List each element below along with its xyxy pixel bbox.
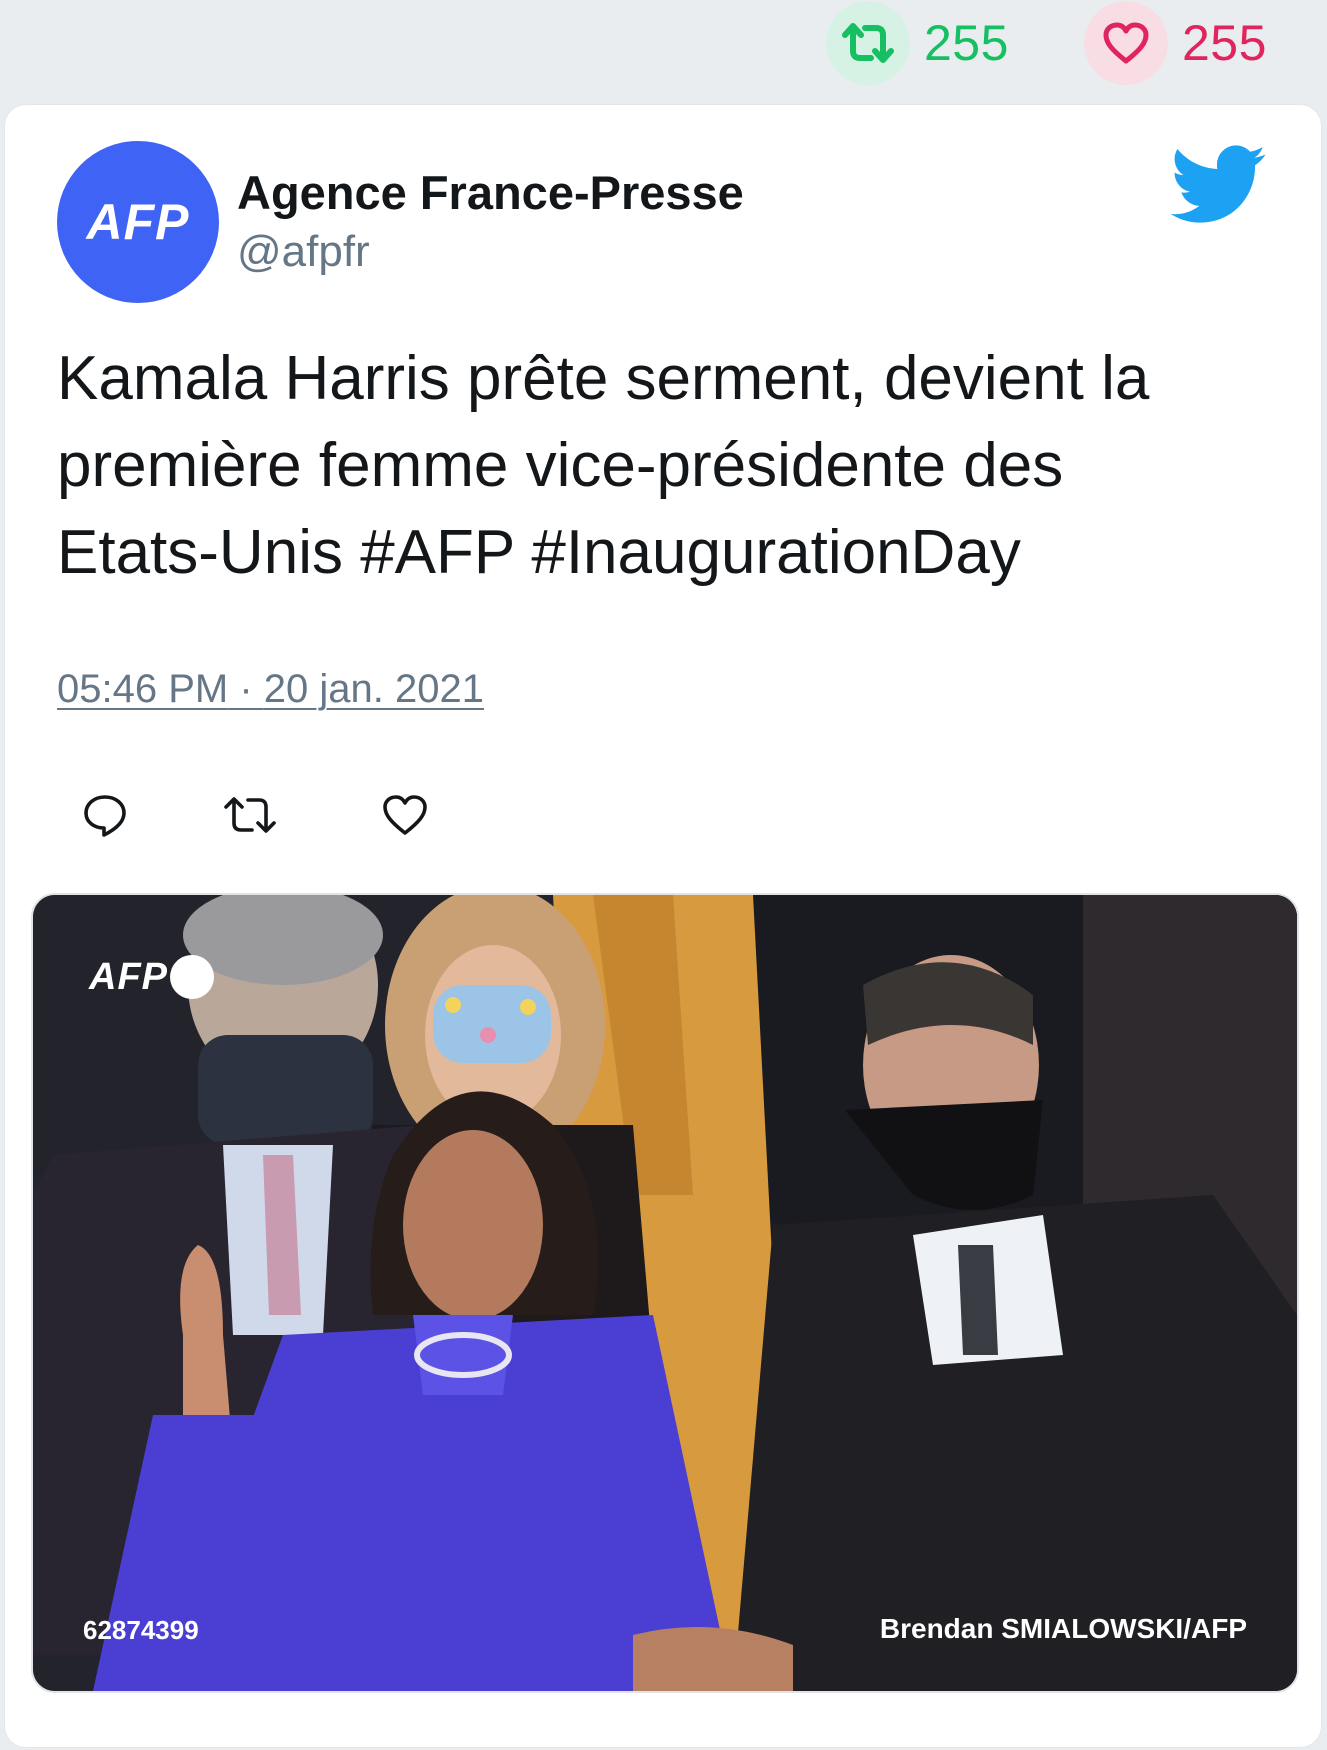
retweet-icon[interactable] xyxy=(220,785,280,845)
photo-credit: Brendan SMIALOWSKI/AFP xyxy=(879,1613,1247,1644)
watermark-dot-icon xyxy=(170,955,214,999)
retweet-icon xyxy=(826,1,910,85)
tweet-card[interactable]: AFP Agence France-Presse @afpfr Kamala H… xyxy=(4,104,1322,1748)
author-handle[interactable]: @afpfr xyxy=(237,227,370,277)
watermark-logo-text: AFP xyxy=(89,955,168,998)
tweet-time: 05:46 PM xyxy=(57,667,229,711)
like-count-stat[interactable]: 255 xyxy=(1084,0,1267,86)
heart-icon xyxy=(1084,1,1168,85)
author-name[interactable]: Agence France-Presse xyxy=(237,165,744,220)
reply-icon[interactable] xyxy=(75,785,135,845)
photo-id: 62874399 xyxy=(83,1615,199,1645)
like-count: 255 xyxy=(1182,15,1267,71)
timestamp-separator: · xyxy=(228,667,264,711)
engagement-summary: 255 255 xyxy=(0,0,1327,98)
tweet-photo[interactable]: AFP 62874399 Brendan SMIALOWSKI/AFP xyxy=(31,893,1299,1693)
like-icon[interactable] xyxy=(375,785,435,845)
avatar-logo-text: AFP xyxy=(86,194,190,250)
inauguration-photo-illustration xyxy=(33,895,1297,1691)
retweet-count: 255 xyxy=(924,15,1009,71)
tweet-timestamp[interactable]: 05:46 PM · 20 jan. 2021 xyxy=(57,667,484,712)
twitter-bird-icon[interactable] xyxy=(1170,145,1267,225)
avatar[interactable]: AFP xyxy=(57,141,219,303)
afp-watermark: AFP xyxy=(89,955,214,999)
tweet-date: 20 jan. 2021 xyxy=(263,667,484,711)
retweet-count-stat[interactable]: 255 xyxy=(826,0,1009,86)
tweet-text: Kamala Harris prête serment, devient la … xyxy=(57,344,1150,587)
